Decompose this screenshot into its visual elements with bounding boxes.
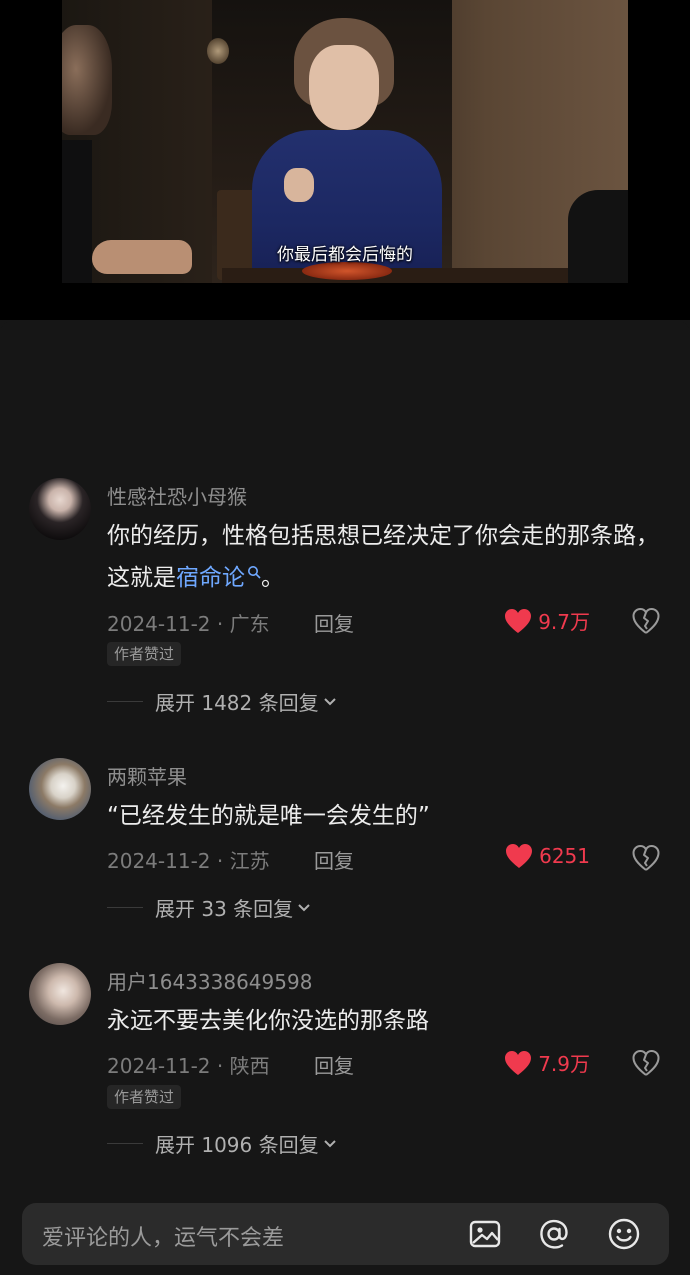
- like-button[interactable]: 9.7万: [504, 606, 590, 635]
- comment-input-placeholder[interactable]: 爱评论的人，运气不会差: [42, 1220, 284, 1252]
- video-player[interactable]: 你最后都会后悔的: [0, 0, 690, 320]
- comment-nickname[interactable]: 用户1643338649598: [107, 966, 312, 995]
- dislike-icon[interactable]: [632, 607, 660, 635]
- video-woman-face: [309, 45, 379, 130]
- comment-nickname[interactable]: 两颗苹果: [107, 761, 187, 790]
- expand-replies-button[interactable]: 展开 33 条回复: [107, 893, 311, 922]
- expand-replies-button[interactable]: 展开 1096 条回复: [107, 1129, 337, 1158]
- expand-replies-label: 展开 33 条回复: [155, 897, 294, 921]
- divider: [107, 907, 143, 908]
- like-count: 6251: [539, 844, 590, 868]
- comment-meta: 2024-11-2 · 江苏: [107, 849, 270, 873]
- comments-page: 你最后都会后悔的 性感社恐小母猴 你的经历，性格包括思想已经决定了你会走的那条路…: [0, 0, 690, 1275]
- like-count: 9.7万: [538, 610, 590, 634]
- comment-meta: 2024-11-2 · 广东: [107, 612, 270, 636]
- video-subtitle: 你最后都会后悔的: [277, 245, 413, 265]
- video-lamp: [207, 38, 229, 64]
- comment-text-end: 。: [261, 565, 284, 591]
- like-button[interactable]: 7.9万: [504, 1048, 590, 1077]
- expand-replies-label: 展开 1482 条回复: [155, 691, 319, 715]
- comment-meta: 2024-11-2 · 陕西: [107, 1054, 270, 1078]
- heart-icon: [505, 608, 532, 633]
- expand-replies-label: 展开 1096 条回复: [155, 1133, 319, 1157]
- comment-content: 永远不要去美化你没选的那条路: [107, 1008, 429, 1034]
- comments-panel: 性感社恐小母猴 你的经历，性格包括思想已经决定了你会走的那条路，这就是宿命论。 …: [0, 320, 690, 1275]
- divider: [107, 701, 143, 702]
- avatar[interactable]: [29, 758, 91, 820]
- chevron-down-icon: [298, 903, 310, 911]
- video-woman-hand: [284, 168, 314, 202]
- reply-button[interactable]: 回复: [314, 608, 354, 637]
- reply-button[interactable]: 回复: [314, 845, 354, 874]
- avatar[interactable]: [29, 963, 91, 1025]
- comment-content: “已经发生的就是唯一会发生的”: [107, 803, 430, 829]
- video-right-person: [568, 190, 628, 283]
- dislike-icon[interactable]: [632, 1049, 660, 1077]
- avatar[interactable]: [29, 478, 91, 540]
- keyword-link[interactable]: 宿命论: [176, 565, 261, 591]
- comment-input-bar[interactable]: 爱评论的人，运气不会差: [22, 1203, 669, 1265]
- video-man: [62, 25, 112, 135]
- emoji-icon[interactable]: [607, 1217, 641, 1251]
- like-count: 7.9万: [538, 1052, 590, 1076]
- author-liked-tag: 作者赞过: [107, 1085, 182, 1109]
- keyword-link-text: 宿命论: [176, 565, 245, 591]
- divider: [107, 1143, 143, 1144]
- heart-icon: [506, 844, 533, 868]
- heart-icon: [505, 1050, 532, 1075]
- expand-replies-button[interactable]: 展开 1482 条回复: [107, 687, 337, 716]
- image-icon[interactable]: [468, 1217, 502, 1251]
- chevron-down-icon: [323, 1139, 336, 1147]
- search-icon: [248, 566, 261, 579]
- chevron-down-icon: [323, 697, 336, 705]
- author-liked-tag: 作者赞过: [107, 642, 182, 666]
- comment-nickname[interactable]: 性感社恐小母猴: [107, 481, 247, 510]
- dislike-icon[interactable]: [632, 844, 660, 872]
- reply-button[interactable]: 回复: [314, 1050, 354, 1079]
- like-button[interactable]: 6251: [505, 843, 590, 869]
- at-icon[interactable]: [537, 1217, 571, 1251]
- comment-content: 你的经历，性格包括思想已经决定了你会走的那条路，这就是宿命论。: [107, 515, 667, 599]
